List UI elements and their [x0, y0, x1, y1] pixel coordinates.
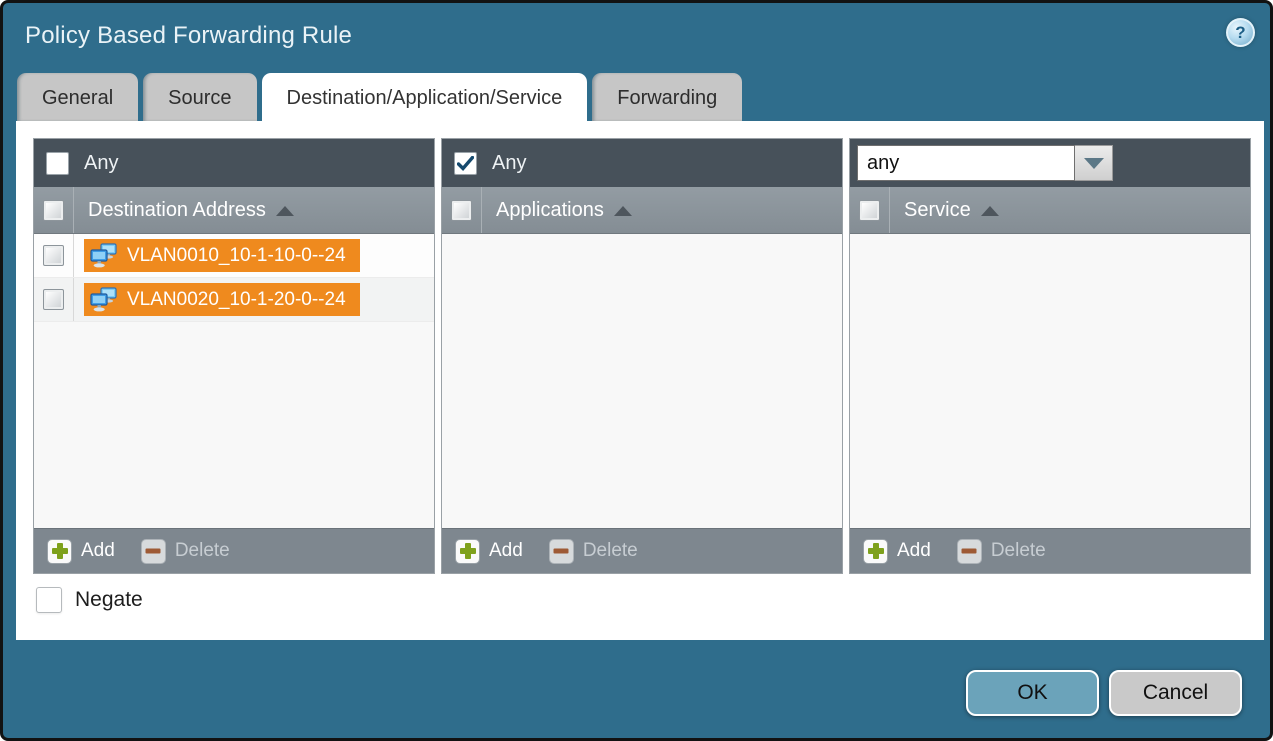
- network-address-icon: [90, 287, 118, 313]
- service-dropdown-button[interactable]: [1075, 145, 1113, 181]
- selector-columns: Any Destination Address: [33, 138, 1251, 574]
- address-object-tag[interactable]: VLAN0020_10-1-20-0--24: [84, 283, 360, 316]
- table-row[interactable]: VLAN0010_10-1-10-0--24: [34, 234, 434, 278]
- tab-content-panel: Any Destination Address: [16, 121, 1264, 640]
- plus-icon: [47, 539, 72, 564]
- applications-column-header: Applications: [442, 187, 842, 234]
- policy-based-forwarding-dialog: Policy Based Forwarding Rule ? General S…: [0, 0, 1273, 741]
- add-button[interactable]: Add: [455, 539, 523, 564]
- table-row[interactable]: VLAN0020_10-1-20-0--24: [34, 278, 434, 322]
- tab-general[interactable]: General: [17, 73, 138, 121]
- tab-bar: General Source Destination/Application/S…: [17, 73, 742, 121]
- minus-icon: [549, 539, 574, 564]
- tab-source[interactable]: Source: [143, 73, 256, 121]
- destination-toolbar: Add Delete: [34, 528, 434, 573]
- destination-address-column: Any Destination Address: [33, 138, 435, 574]
- delete-button[interactable]: Delete: [957, 539, 1046, 564]
- help-icon[interactable]: ?: [1226, 18, 1255, 47]
- applications-any-checkbox[interactable]: [454, 152, 477, 175]
- applications-toolbar: Add Delete: [442, 528, 842, 573]
- sort-ascending-icon[interactable]: [276, 206, 294, 216]
- applications-any-label: Any: [492, 152, 526, 175]
- minus-icon: [957, 539, 982, 564]
- plus-icon: [455, 539, 480, 564]
- dialog-actions: OK Cancel: [966, 670, 1242, 716]
- ok-button[interactable]: OK: [966, 670, 1099, 716]
- delete-button[interactable]: Delete: [549, 539, 638, 564]
- sort-ascending-icon[interactable]: [981, 206, 999, 216]
- service-header-label: Service: [904, 199, 971, 222]
- negate-checkbox[interactable]: [36, 587, 62, 613]
- applications-column: Any Applications Add: [441, 138, 843, 574]
- service-list: [850, 234, 1250, 528]
- applications-list: [442, 234, 842, 528]
- dialog-title: Policy Based Forwarding Rule: [25, 22, 352, 50]
- cancel-button[interactable]: Cancel: [1109, 670, 1242, 716]
- destination-select-all-checkbox[interactable]: [43, 200, 64, 221]
- destination-column-header: Destination Address: [34, 187, 434, 234]
- plus-icon: [863, 539, 888, 564]
- chevron-down-icon: [1084, 158, 1104, 169]
- negate-row: Negate: [36, 587, 143, 613]
- applications-header-label: Applications: [496, 199, 604, 222]
- row-checkbox[interactable]: [43, 289, 64, 310]
- destination-any-row: Any: [34, 139, 434, 187]
- service-dropdown[interactable]: any: [857, 145, 1113, 181]
- applications-any-row: Any: [442, 139, 842, 187]
- minus-icon: [141, 539, 166, 564]
- tab-destination-application-service[interactable]: Destination/Application/Service: [262, 73, 588, 121]
- negate-label: Negate: [75, 588, 143, 612]
- service-toolbar: Add Delete: [850, 528, 1250, 573]
- address-object-tag[interactable]: VLAN0010_10-1-10-0--24: [84, 239, 360, 272]
- destination-list: VLAN0010_10-1-10-0--24: [34, 234, 434, 528]
- service-select-all-checkbox[interactable]: [859, 200, 880, 221]
- network-address-icon: [90, 243, 118, 269]
- add-button[interactable]: Add: [863, 539, 931, 564]
- address-object-name: VLAN0010_10-1-10-0--24: [127, 245, 346, 267]
- service-dropdown-value[interactable]: any: [857, 145, 1075, 181]
- service-column-header: Service: [850, 187, 1250, 234]
- destination-header-label: Destination Address: [88, 199, 266, 222]
- destination-any-checkbox[interactable]: [46, 152, 69, 175]
- service-dropdown-row: any: [850, 139, 1250, 187]
- applications-select-all-checkbox[interactable]: [451, 200, 472, 221]
- delete-button[interactable]: Delete: [141, 539, 230, 564]
- tab-forwarding[interactable]: Forwarding: [592, 73, 742, 121]
- sort-ascending-icon[interactable]: [614, 206, 632, 216]
- address-object-name: VLAN0020_10-1-20-0--24: [127, 289, 346, 311]
- checkmark-icon: [457, 156, 474, 171]
- dialog-titlebar: Policy Based Forwarding Rule ?: [3, 3, 1270, 69]
- service-column: any Service: [849, 138, 1251, 574]
- destination-any-label: Any: [84, 152, 118, 175]
- row-checkbox[interactable]: [43, 245, 64, 266]
- add-button[interactable]: Add: [47, 539, 115, 564]
